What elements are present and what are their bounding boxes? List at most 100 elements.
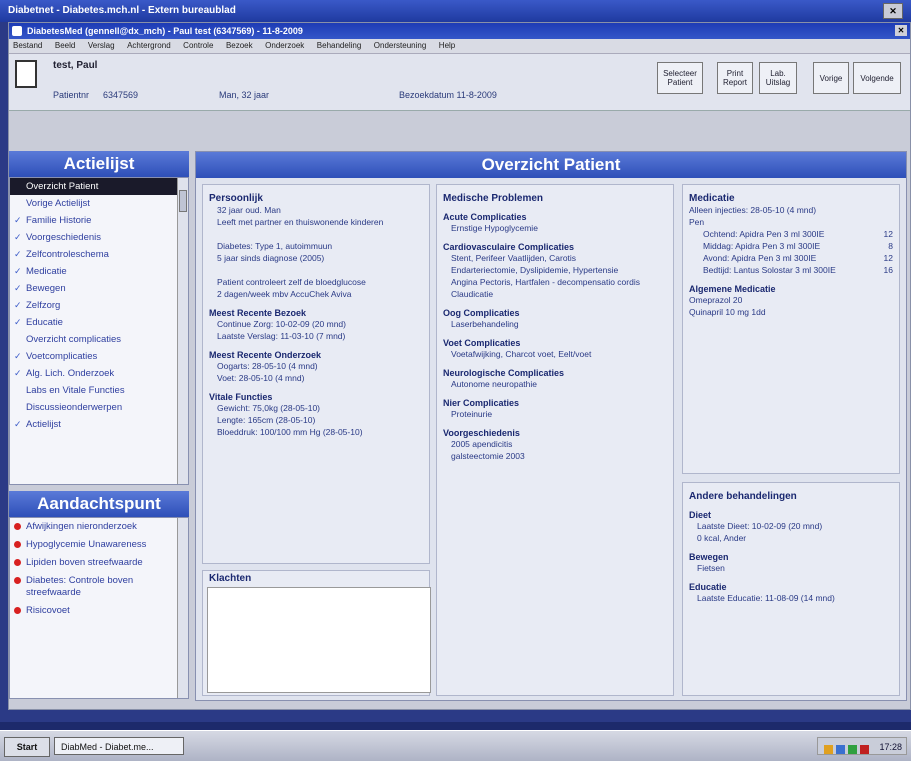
info-line: Laatste Verslag: 11-03-10 (7 mnd) xyxy=(217,331,346,341)
actielijst-item-label: Labs en Vitale Functies xyxy=(26,385,125,396)
start-button[interactable]: Start xyxy=(4,737,50,757)
group-title: Nier Complicaties xyxy=(443,398,520,408)
info-line: Diabetes: Type 1, autoimmuun xyxy=(217,241,333,251)
menu-controle[interactable]: Controle xyxy=(183,39,213,53)
actielijst-item[interactable]: ✓ Alg. Lich. Onderzoek xyxy=(10,365,188,382)
group-line: Fietsen xyxy=(697,563,725,573)
check-icon: ✓ xyxy=(14,300,22,310)
klachten-title: Klachten xyxy=(209,573,252,584)
patient-header: test, Paul Patientnr 6347569 Man, 32 jaa… xyxy=(9,54,910,111)
info-line: Oogarts: 28-05-10 (4 mnd) xyxy=(217,361,318,371)
check-icon: ✓ xyxy=(14,351,22,361)
menu-ondersteuning[interactable]: Ondersteuning xyxy=(374,39,426,53)
main-panel: Overzicht Patient Persoonlijk 32 jaar ou… xyxy=(195,151,907,701)
info-line: Quinapril 10 mg 1dd xyxy=(689,307,766,317)
actielijst-item[interactable]: Overzicht Patient xyxy=(10,178,188,195)
aandachtspunt-item[interactable]: Diabetes: Controle boven streefwaarde xyxy=(10,572,188,602)
group-line: Laatste Educatie: 11-08-09 (14 mnd) xyxy=(697,593,835,603)
tray-n-icon[interactable] xyxy=(860,745,869,754)
actielijst-item[interactable]: ✓ Zelfzorg xyxy=(10,297,188,314)
aandachtspunt-item-label: Afwijkingen nieronderzoek xyxy=(26,521,137,532)
app-close-icon[interactable]: ✕ xyxy=(895,25,907,36)
app-titlebar: DiabetesMed (gennell@dx_mch) - Paul test… xyxy=(9,23,910,39)
menu-behandeling[interactable]: Behandeling xyxy=(317,39,361,53)
tray-warning-icon[interactable] xyxy=(824,745,833,754)
check-icon: ✓ xyxy=(14,419,22,429)
klachten-textarea[interactable] xyxy=(207,587,431,693)
actielijst-item[interactable]: ✓ Medicatie xyxy=(10,263,188,280)
group-title: Oog Complicaties xyxy=(443,308,520,318)
group-line: Voetafwijking, Charcot voet, Eelt/voet xyxy=(451,349,592,359)
lab-results-button[interactable]: Lab. Uitslag xyxy=(759,62,797,94)
tray-network-icon[interactable] xyxy=(836,745,845,754)
info-line: Gewicht: 75,0kg (28-05-10) xyxy=(217,403,320,413)
medicatie-dose: 8 xyxy=(888,241,893,251)
menu-help[interactable]: Help xyxy=(439,39,455,53)
patient-nr-label: Patientnr xyxy=(53,90,90,100)
group-line: Proteinurie xyxy=(451,409,493,419)
actielijst-item-label: Voorgeschiedenis xyxy=(26,232,101,243)
aandachtspunt-item-label: Risicovoet xyxy=(26,605,70,616)
menu-bezoek[interactable]: Bezoek xyxy=(226,39,253,53)
actielijst-item[interactable]: ✓ Bewegen xyxy=(10,280,188,297)
alert-dot-icon xyxy=(14,559,21,566)
menu-achtergrond[interactable]: Achtergrond xyxy=(127,39,171,53)
menu-beeld[interactable]: Beeld xyxy=(55,39,75,53)
info-line: Continue Zorg: 10-02-09 (20 mnd) xyxy=(217,319,346,329)
actielijst-item[interactable]: ✓ Familie Historie xyxy=(10,212,188,229)
aandachtspunt-title: Aandachtspunt xyxy=(9,491,189,517)
medicatie-intro: Alleen injecties: 28-05-10 (4 mnd) xyxy=(689,205,817,215)
group-title: Voet Complicaties xyxy=(443,338,521,348)
previous-button[interactable]: Vorige xyxy=(813,62,849,94)
aandachtspunt-item[interactable]: Lipiden boven streefwaarde xyxy=(10,554,188,572)
group-line: 2005 apendicitis xyxy=(451,439,513,449)
medicatie-dose: 12 xyxy=(883,253,893,263)
actielijst-item-label: Voetcomplicaties xyxy=(26,351,98,362)
aandachtspunt-item[interactable]: Hypoglycemie Unawareness xyxy=(10,536,188,554)
medicatie-row: Middag: Apidra Pen 3 ml 300IE 8 xyxy=(689,240,893,252)
medicatie-title: Medicatie xyxy=(689,193,735,204)
close-icon[interactable]: ✕ xyxy=(883,3,903,19)
menu-onderzoek[interactable]: Onderzoek xyxy=(265,39,304,53)
actielijst-item[interactable]: Discussieonderwerpen xyxy=(10,399,188,416)
tray-security-icon[interactable] xyxy=(848,745,857,754)
aandachtspunt-item[interactable]: Risicovoet xyxy=(10,602,188,620)
info-line: Leeft met partner en thuiswonende kinder… xyxy=(217,217,384,227)
alert-dot-icon xyxy=(14,541,21,548)
medicatie-name: Avond: Apidra Pen 3 ml 300IE xyxy=(703,253,817,263)
info-line: 5 jaar sinds diagnose (2005) xyxy=(217,253,325,263)
actielijst-item[interactable]: ✓ Voetcomplicaties xyxy=(10,348,188,365)
actielijst-item[interactable]: Overzicht complicaties xyxy=(10,331,188,348)
aandachtspunt-list: Afwijkingen nieronderzoek Hypoglycemie Un… xyxy=(9,517,189,699)
actielijst-item[interactable]: ✓ Voorgeschiedenis xyxy=(10,229,188,246)
menu-verslag[interactable]: Verslag xyxy=(88,39,115,53)
actielijst-scrollbar[interactable] xyxy=(177,178,188,484)
actielijst-item[interactable]: Vorige Actielijst xyxy=(10,195,188,212)
actielijst-item-label: Zelfcontroleschema xyxy=(26,249,109,260)
menu-bestand[interactable]: Bestand xyxy=(13,39,42,53)
taskbar-item[interactable]: DiabMed - Diabet.me... xyxy=(54,737,184,755)
actielijst-item[interactable]: ✓ Educatie xyxy=(10,314,188,331)
group-title: Voorgeschiedenis xyxy=(443,428,520,438)
print-report-button[interactable]: Print Report xyxy=(717,62,753,94)
next-button[interactable]: Volgende xyxy=(853,62,901,94)
actielijst-item[interactable]: Labs en Vitale Functies xyxy=(10,382,188,399)
alert-dot-icon xyxy=(14,523,21,530)
select-patient-button[interactable]: Selecteer Patient xyxy=(657,62,703,94)
visit-date: Bezoekdatum 11-8-2009 xyxy=(399,90,497,100)
scroll-thumb[interactable] xyxy=(179,190,187,212)
actielijst-item[interactable]: ✓ Actielijst xyxy=(10,416,188,433)
medicatie-dose: 12 xyxy=(883,229,893,239)
info-line: Voet: 28-05-10 (4 mnd) xyxy=(217,373,305,383)
check-icon: ✓ xyxy=(14,249,22,259)
group-line: 0 kcal, Ander xyxy=(697,533,747,543)
check-icon: ✓ xyxy=(14,215,22,225)
medicatie-row: Ochtend: Apidra Pen 3 ml 300IE 12 xyxy=(689,228,893,240)
info-line: 2 dagen/week mbv AccuChek Aviva xyxy=(217,289,352,299)
aandachtspunt-item[interactable]: Afwijkingen nieronderzoek xyxy=(10,518,188,536)
aandachtspunt-scrollbar[interactable] xyxy=(177,518,188,698)
alert-dot-icon xyxy=(14,577,21,584)
actielijst-item[interactable]: ✓ Zelfcontroleschema xyxy=(10,246,188,263)
group-title: Acute Complicaties xyxy=(443,212,527,222)
andere-behandelingen-box: Andere behandelingen Dieet Laatste Dieet:… xyxy=(682,482,900,696)
